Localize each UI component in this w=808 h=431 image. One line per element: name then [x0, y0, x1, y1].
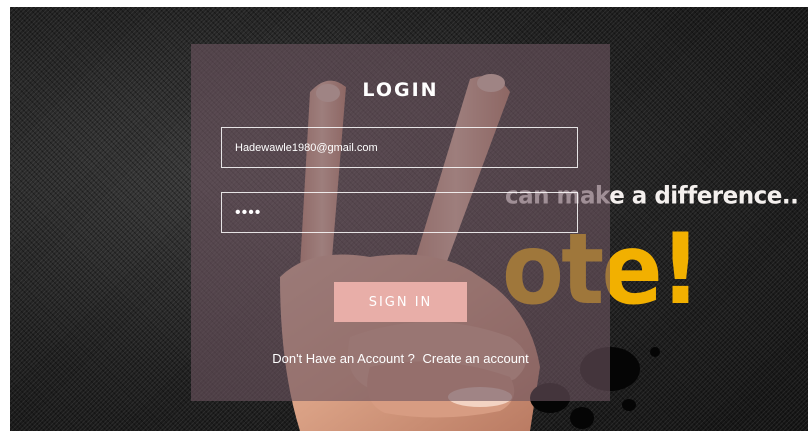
login-card: LOGIN SIGN IN Don't Have an Account ? Cr… [191, 44, 610, 401]
create-account-link[interactable]: Create an account [423, 351, 529, 366]
email-field[interactable] [221, 127, 578, 168]
signup-prompt: Don't Have an Account ? Create an accoun… [191, 351, 610, 366]
page-background: can make a difference.. ote! LOGIN SIGN … [10, 7, 808, 431]
no-account-text: Don't Have an Account ? [272, 351, 415, 366]
paint-splatter [622, 399, 636, 411]
paint-splatter [570, 407, 594, 429]
paint-splatter [650, 347, 660, 357]
login-title: LOGIN [362, 79, 439, 101]
password-field[interactable] [221, 192, 578, 233]
sign-in-button[interactable]: SIGN IN [334, 282, 467, 322]
